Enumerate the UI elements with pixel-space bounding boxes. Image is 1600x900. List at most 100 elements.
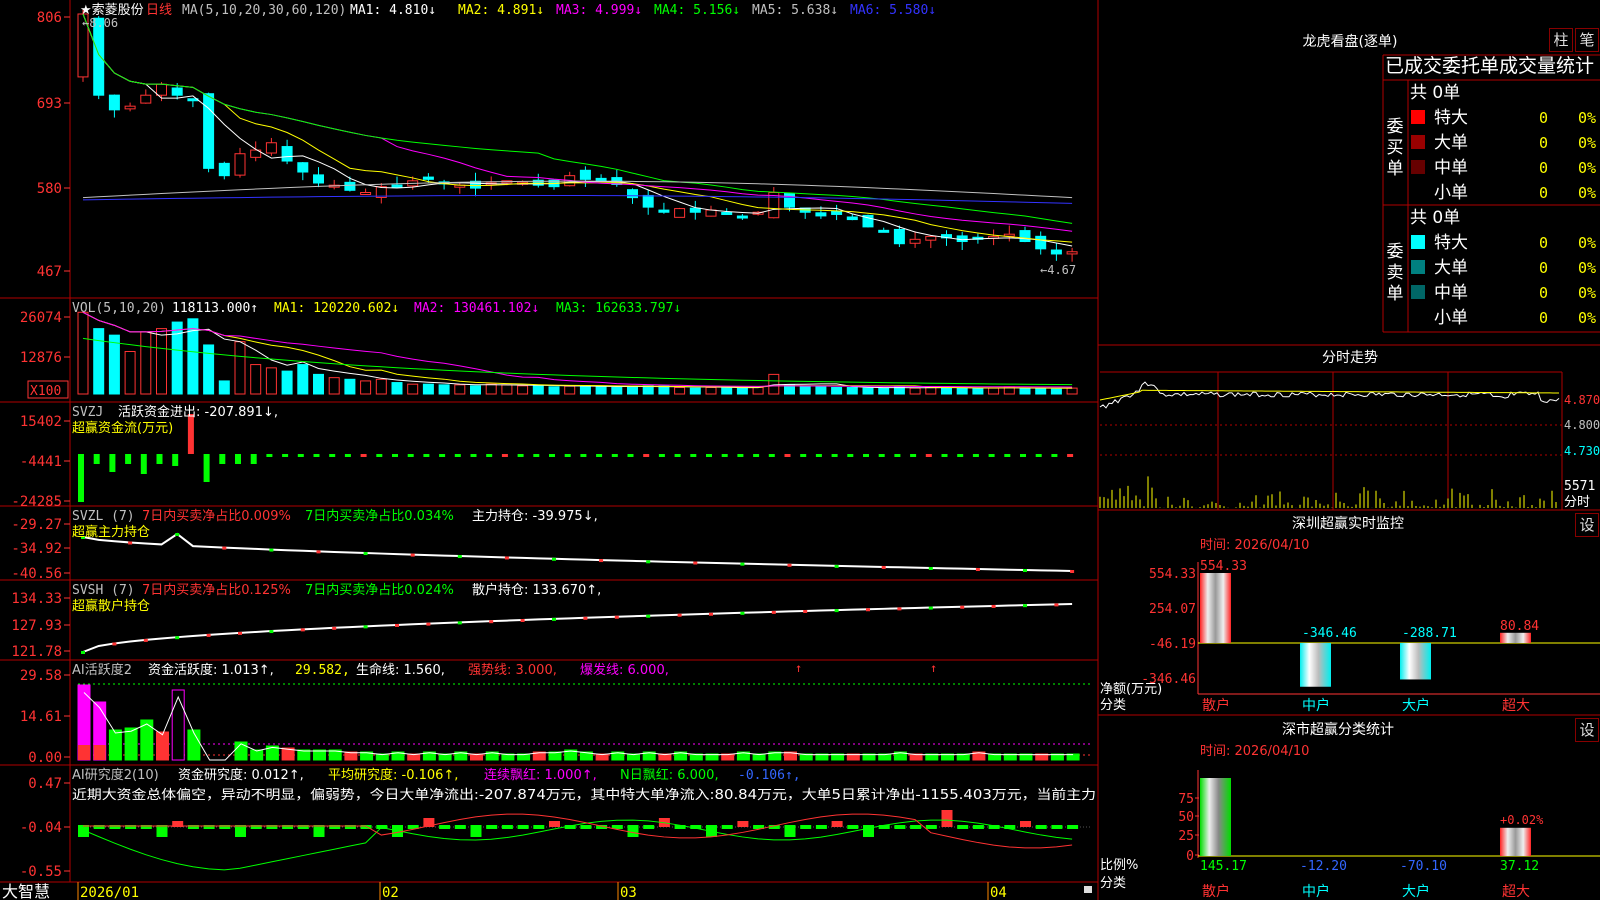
classify-bar	[1200, 778, 1231, 856]
y-axis-labels: 806 693 580 467 26074 12876 15402 -4441 -24285 -2…	[11, 10, 70, 880]
volume-bar	[705, 386, 717, 395]
fund-flow-bar	[533, 454, 540, 457]
retail-holding-dot	[363, 625, 368, 629]
kline-chart	[77, 9, 1078, 262]
research-bar	[454, 825, 466, 829]
y-tick: 14.61	[20, 709, 62, 725]
volume-bar	[485, 383, 497, 395]
fund-flow-bar	[596, 454, 603, 457]
period-label[interactable]: 日线	[146, 3, 172, 18]
retail-holding-dot	[426, 622, 431, 626]
fund-flow-bar	[250, 454, 257, 464]
ma-legend-item: MA5: 5.638↓	[752, 3, 838, 18]
research-bar	[863, 825, 874, 837]
pen-mode-button[interactable]: 笔	[1575, 28, 1599, 52]
volume-bar	[831, 386, 843, 395]
fund-flow-bar	[454, 454, 461, 457]
intraday-y-tick: 4.870	[1564, 393, 1600, 407]
candle	[1050, 249, 1062, 255]
retail-holding-dot	[960, 605, 965, 609]
fund-flow-bar	[831, 454, 838, 457]
fund-flow-bar	[847, 454, 854, 457]
sell-orders-table: 共 0单特大 0 0% 大单 0 0% 中单 0 0% 小单 0 0%	[1410, 208, 1596, 328]
order-color-swatch	[1411, 235, 1425, 249]
vol-legend-item: MA1: 120220.602↓	[274, 301, 399, 316]
ma-line-5	[82, 13, 1073, 247]
activity-bar	[124, 727, 138, 761]
fund-flow-bar	[297, 454, 304, 457]
order-row-count: 0	[1539, 159, 1548, 177]
monitor-y-tick: 554.33	[1149, 567, 1196, 582]
fund-flow-bar	[203, 454, 210, 482]
fund-flow-bar	[784, 454, 791, 457]
sz-classify-settings-button[interactable]: 设	[1575, 718, 1599, 742]
fund-flow-bar	[1067, 454, 1074, 457]
ma-legend-item: MA1: 4.810↓	[350, 3, 436, 18]
ai-research-t1: 资金研究度: 0.012↑,	[178, 767, 304, 783]
order-row-count: 0	[1539, 309, 1548, 327]
main-holding-dot	[363, 552, 368, 556]
volume-bar	[501, 384, 513, 395]
retail-holding-dot	[646, 614, 651, 618]
y-tick: -40.56	[11, 566, 62, 582]
ma-line-20	[82, 13, 1073, 232]
research-bar	[941, 810, 953, 827]
research-bar	[957, 825, 969, 829]
retail-holding-line	[82, 603, 1073, 653]
retail-holding-dot	[1054, 603, 1059, 607]
main-holding-dot	[646, 560, 651, 564]
vol-legend-item: MA2: 130461.102↓	[414, 301, 539, 316]
candle	[203, 93, 215, 169]
intraday-y-tick: 4.800	[1564, 418, 1600, 432]
volume-bar	[344, 378, 356, 395]
order-row-count: 0	[1539, 259, 1548, 277]
research-bar	[313, 825, 325, 837]
bar-mode-button[interactable]: 柱	[1549, 28, 1573, 52]
candle	[642, 194, 654, 208]
volume-bar	[203, 344, 215, 395]
fund-flow-bar	[564, 454, 571, 457]
fund-flow-bar	[753, 454, 760, 457]
low-price-label: ←4.67	[1040, 263, 1076, 277]
main-holding-dot	[316, 550, 321, 554]
classify-axis-label: 分类	[1100, 876, 1126, 891]
monitor-bar	[1300, 643, 1331, 687]
candle	[784, 193, 795, 208]
retail-holding-dot	[991, 604, 996, 608]
fund-flow-bar	[815, 454, 822, 457]
fund-flow-bar	[863, 454, 869, 457]
sz-monitor-chart: 554.33 254.07 -46.19 -346.46 净额(万元)分类 554.33 散…	[1100, 559, 1600, 714]
svsh-label: SVSH (7)	[72, 583, 135, 598]
order-row-count: 0	[1539, 109, 1548, 127]
ai-active-t2: 29.582,	[295, 663, 350, 678]
y-tick: 12876	[20, 350, 62, 366]
retail-holding-dot	[1023, 604, 1027, 608]
candle	[297, 162, 309, 173]
sz-classify-chart: 75 50 25 0 比例% 分类 145.17 散户 -12.20 中户 -70.10 大户 37.1…	[1100, 770, 1600, 900]
main-holding-dot	[552, 557, 556, 561]
classify-category: 散户	[1202, 883, 1230, 900]
research-bar	[1051, 825, 1063, 829]
research-bar	[78, 825, 89, 837]
candle	[721, 211, 733, 215]
candle	[265, 142, 277, 154]
app-logo[interactable]: 大智慧	[2, 882, 50, 900]
svzj-subtitle: 超赢资金流(万元)	[72, 420, 173, 436]
lock-icon[interactable]	[1084, 886, 1092, 893]
main-holding-dot	[693, 561, 698, 565]
sz-monitor-settings-button[interactable]: 设	[1575, 513, 1599, 537]
y-tick: 127.93	[11, 618, 62, 634]
fund-flow-bar	[282, 454, 289, 457]
main-holding-dot	[740, 562, 745, 566]
volume-bar	[517, 385, 529, 395]
volume-bar	[674, 386, 686, 395]
main-holding-dot	[457, 555, 462, 559]
retail-holding-dot	[300, 628, 305, 632]
intraday-vol-label: 分时	[1564, 495, 1590, 510]
fund-flow-bar	[1051, 454, 1058, 457]
svzj-label: SVZJ	[72, 405, 103, 420]
retail-holding-dot	[897, 607, 902, 611]
retail-holding-dot	[143, 638, 148, 642]
x-label: 2026/01	[80, 885, 139, 900]
retail-holding-dot	[269, 630, 274, 634]
